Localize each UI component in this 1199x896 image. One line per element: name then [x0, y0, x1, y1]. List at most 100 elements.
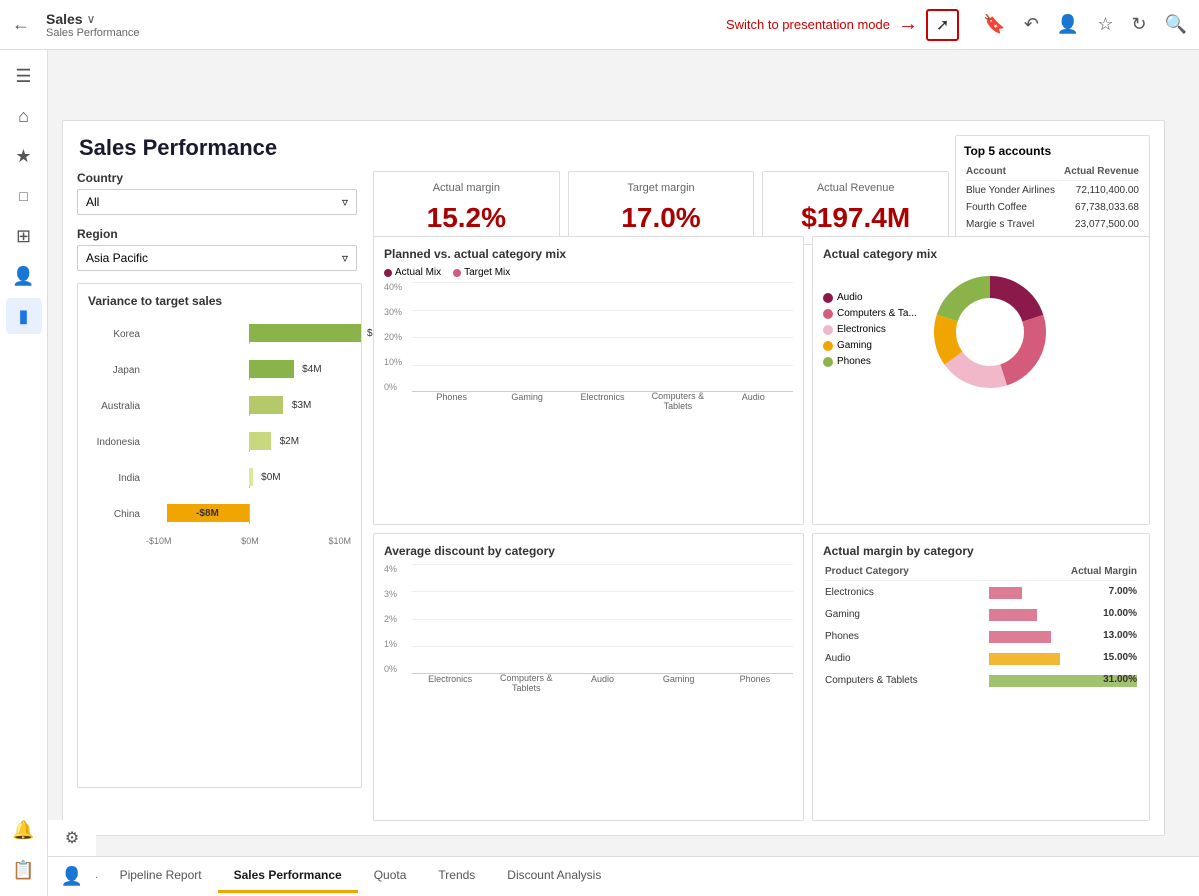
settings-icon-bottom[interactable]: ⚙ [48, 820, 96, 856]
undo-icon[interactable]: ↶ [1024, 14, 1039, 35]
margin-cat-5: Computers & Tablets [825, 671, 987, 691]
variance-row-china: China -$8M [88, 500, 351, 528]
electronics-label: Electronics [837, 324, 886, 335]
audio-dot [823, 293, 833, 303]
people-icon[interactable]: 👤 [6, 258, 42, 294]
margin-cat-2: Gaming [825, 605, 987, 625]
region-dropdown-icon: ▿ [342, 251, 348, 265]
donut-content: Audio Computers & Ta... Electronics [823, 267, 1139, 397]
chart-grid [412, 282, 793, 392]
kpi-actual-revenue-value: $197.4M [777, 202, 934, 234]
left-panel: Country All ▿ Region Asia Pacific ▿ [77, 171, 362, 821]
variance-row-indonesia: Indonesia $2M [88, 428, 351, 456]
home-icon[interactable]: ⌂ [6, 98, 42, 134]
top5-revenue-1: 72,110,400.00 [1061, 183, 1139, 198]
margin-cat-1: Electronics [825, 583, 987, 603]
discount-y-axis: 0%1%2%3%4% [384, 564, 408, 674]
tab-pipeline-report[interactable]: Pipeline Report [104, 860, 218, 893]
table-row: Electronics 7.00% [825, 583, 1137, 603]
legend-target-mix-label: Target Mix [464, 267, 510, 278]
kpi-target-margin: Target margin 17.0% [568, 171, 755, 245]
star-icon[interactable]: ☆ [1097, 14, 1113, 35]
recent-icon[interactable]: □ [6, 178, 42, 214]
actual-mix-dot [384, 269, 392, 277]
kpi-row: Actual margin 15.2% Target margin 17.0% … [373, 171, 949, 245]
top5-revenue-3: 23,077,500.00 [1061, 217, 1139, 232]
table-row: Gaming 10.00% [825, 605, 1137, 625]
avg-discount-panel: Average discount by category 0%1%2%3%4% [373, 533, 804, 822]
discount-x-labels: Electronics Computers &Tablets Audio Gam… [412, 674, 793, 694]
computers-label: Computers & Ta... [837, 308, 917, 319]
favorites-icon[interactable]: ★ [6, 138, 42, 174]
table-row: Fourth Coffee 67,738,033.68 [966, 200, 1139, 215]
top5-account-3: Margie s Travel [966, 217, 1059, 232]
variance-axis-neg: -$10M [146, 536, 172, 546]
hamburger-menu-icon[interactable]: ☰ [6, 58, 42, 94]
legend-audio: Audio [823, 292, 917, 303]
actual-category-mix-panel: Actual category mix Audio Computers & Ta… [812, 236, 1150, 525]
margin-bar-fill-4 [989, 653, 1060, 665]
margin-table: Product Category Actual Margin Electroni… [823, 564, 1139, 693]
user-icon-bottom[interactable]: 👤 [48, 856, 96, 896]
person-plus-icon[interactable]: 👤 [1057, 14, 1079, 35]
sidebar: ☰ ⌂ ★ □ ⊞ 👤 ▮ 🔔 📋 [0, 50, 48, 896]
bookmark-icon[interactable]: 🔖 [983, 14, 1005, 35]
category-mix-legend: Actual Mix Target Mix [384, 267, 793, 278]
phones-dot [823, 357, 833, 367]
variance-chart-panel: Variance to target sales Korea $11M [77, 283, 362, 788]
table-row: Computers & Tablets 31.00% [825, 671, 1137, 691]
tab-sales-performance[interactable]: Sales Performance [218, 860, 358, 893]
variance-title: Variance to target sales [88, 294, 351, 308]
actual-category-mix-title: Actual category mix [823, 247, 1139, 261]
apps-icon[interactable]: ⊞ [6, 218, 42, 254]
margin-val-3: 13.00% [1103, 630, 1137, 641]
region-filter: Region Asia Pacific ▿ [77, 227, 362, 271]
title-dropdown-icon[interactable]: ∨ [87, 12, 96, 26]
variance-axis-pos: $10M [328, 536, 351, 546]
margin-bar-3: 13.00% [989, 627, 1137, 647]
legend-actual-mix: Actual Mix [384, 267, 441, 278]
kpi-actual-margin: Actual margin 15.2% [373, 171, 560, 245]
right-charts-area: Planned vs. actual category mix Actual M… [373, 236, 1150, 821]
category-mix-chart: 0%10%20%30%40% [384, 282, 793, 412]
variance-row-korea: Korea $11M [88, 320, 351, 348]
table-row: Margie s Travel 23,077,500.00 [966, 217, 1139, 232]
charts-row-1: Planned vs. actual category mix Actual M… [373, 236, 1150, 525]
region-select[interactable]: Asia Pacific ▿ [77, 245, 357, 271]
legend-target-mix: Target Mix [453, 267, 510, 278]
margin-val-2: 10.00% [1103, 608, 1137, 619]
topbar-icons: 🔖 ↶ 👤 ☆ ↻ 🔍 [983, 14, 1187, 35]
presentation-mode-button[interactable]: ➚ [926, 9, 959, 41]
margin-bar-5: 31.00% [989, 671, 1137, 691]
refresh-icon[interactable]: ↻ [1131, 14, 1146, 35]
legend-actual-mix-label: Actual Mix [395, 267, 441, 278]
country-label: Country [77, 171, 362, 185]
settings-icon[interactable]: 📋 [6, 852, 42, 888]
top5-account-2: Fourth Coffee [966, 200, 1059, 215]
reports-icon[interactable]: ▮ [6, 298, 42, 334]
tab-trends[interactable]: Trends [422, 860, 491, 893]
top5-col-account: Account [966, 166, 1059, 181]
back-button[interactable]: ← [12, 14, 30, 35]
title-sub: Sales Performance [46, 27, 140, 39]
margin-bar-fill-3 [989, 631, 1051, 643]
margin-bar-2: 10.00% [989, 605, 1137, 625]
top5-revenue-2: 67,738,033.68 [1061, 200, 1139, 215]
margin-bar-fill-1 [989, 587, 1021, 599]
phones-label: Phones [837, 356, 871, 367]
table-row: Blue Yonder Airlines 72,110,400.00 [966, 183, 1139, 198]
gaming-label: Gaming [837, 340, 872, 351]
tab-quota[interactable]: Quota [358, 860, 423, 893]
margin-cat-3: Phones [825, 627, 987, 647]
dashboard: Sales Performance Country All ▿ Region A… [62, 120, 1165, 836]
margin-val-5: 31.00% [1103, 674, 1137, 685]
notifications-icon[interactable]: 🔔 [6, 812, 42, 848]
margin-bar-fill-2 [989, 609, 1036, 621]
planned-actual-title: Planned vs. actual category mix [384, 247, 793, 261]
margin-val-4: 15.00% [1103, 652, 1137, 663]
table-row: Phones 13.00% [825, 627, 1137, 647]
search-icon[interactable]: 🔍 [1165, 14, 1187, 35]
kpi-target-margin-label: Target margin [583, 182, 740, 194]
tab-discount-analysis[interactable]: Discount Analysis [491, 860, 617, 893]
country-select[interactable]: All ▿ [77, 189, 357, 215]
